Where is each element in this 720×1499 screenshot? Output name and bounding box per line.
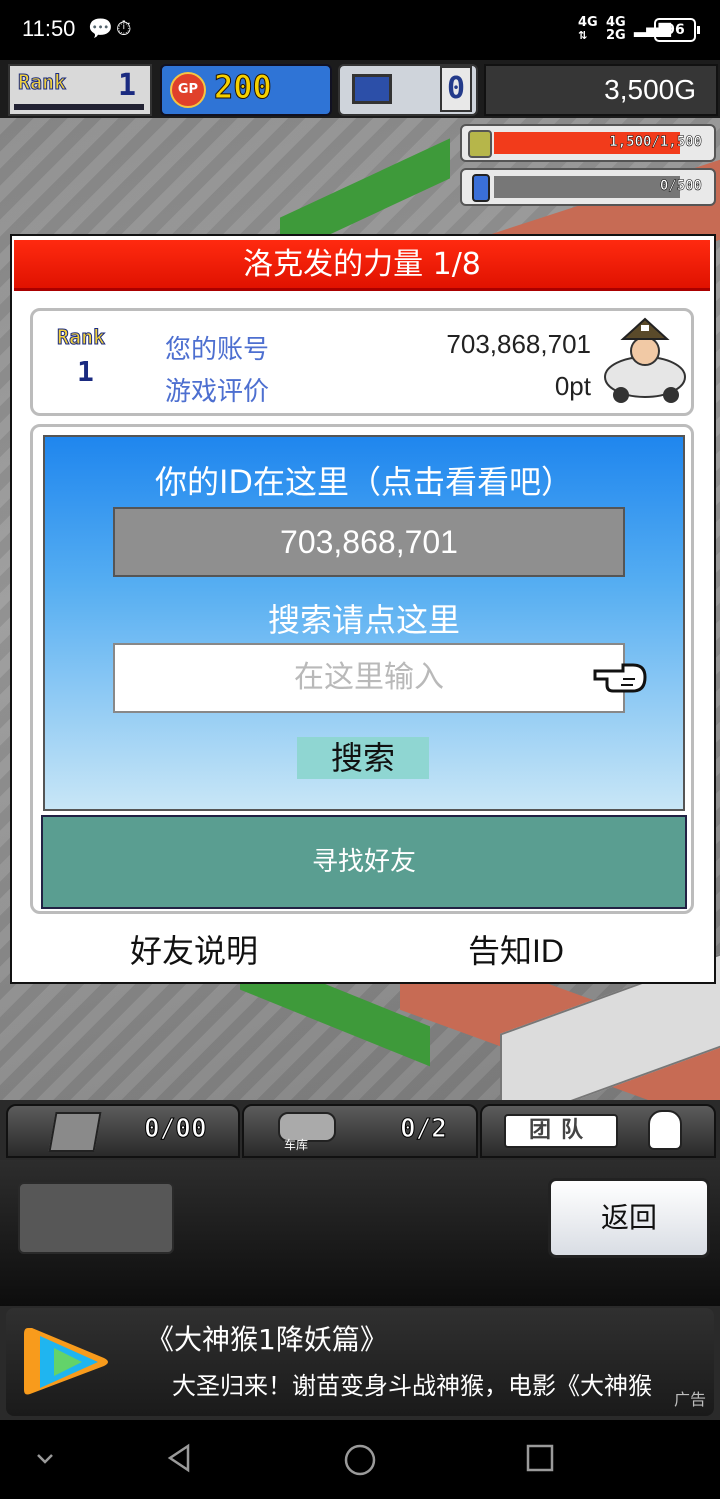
gp-display[interactable]: GP 200 [160,64,332,116]
fuel-resource-text: 0/500 [659,178,703,195]
recents-square-icon[interactable] [524,1442,556,1474]
computer-icon [352,74,392,104]
ad-container[interactable]: 《大神猴1降妖篇》 大圣归来！谢苗变身斗战神猴，电影《大神猴 广告 [6,1308,714,1416]
account-value: 703,868,701 [446,329,591,359]
staff-avatar-icon [648,1110,682,1150]
home-circle-icon[interactable] [342,1442,378,1478]
coin-resource-text: 1,500/1,500 [609,134,702,151]
player-avatar-icon [604,317,686,403]
network-indicator: 4G ⇅ [578,15,598,42]
pointing-hand-icon [593,663,647,693]
rank-progress [14,104,144,110]
garage-label: 车库 [284,1138,309,1152]
garage-count: 0/2 [400,1114,448,1145]
friends-dialog: 洛克发的力量 1/8 Rank 1 您的账号 703,868,701 游戏评价 … [10,234,716,984]
chevron-down-icon[interactable] [34,1448,56,1468]
rank-display[interactable]: Rank 1 [8,64,152,116]
rating-label: 游戏评价 [165,377,270,407]
empty-slot [18,1182,174,1254]
fuel-resource-track [494,176,680,198]
friend-id-input[interactable]: 在这里输入 [113,643,625,713]
search-button[interactable]: 搜索 [297,737,429,779]
rating-value: 0pt [554,371,591,401]
storage-count: 0/00 [144,1114,208,1145]
my-id-box[interactable]: 703,868,701 [113,507,625,577]
ad-badge: 广告 [673,1390,706,1409]
fuel-resource-bar: 0/500 [460,168,716,206]
rank-label: Rank [56,325,106,350]
money-display: 3,500G [484,64,718,116]
back-button[interactable]: 返回 [548,1178,710,1258]
friend-help-link[interactable]: 好友说明 [130,926,258,972]
back-triangle-icon[interactable] [164,1442,196,1474]
gp-coin-icon: GP [170,72,206,108]
message-icon: 💬 [88,16,113,40]
video-play-icon [24,1328,108,1395]
game-top-bar: Rank 1 GP 200 0 3,500G [0,60,720,118]
tab-storage[interactable]: 0/00 [6,1104,240,1158]
computer-count: 0 [440,66,472,112]
ad-title: 《大神猴1降妖篇》 [146,1323,388,1356]
coin-resource-bar: 1,500/1,500 [460,124,716,162]
tab-garage[interactable]: 车库 0/2 [242,1104,478,1158]
find-friends-button[interactable]: 寻找好友 [41,815,687,909]
share-id-link[interactable]: 告知ID [468,926,564,972]
status-bar: 11:50 💬 ⏱ 4G ⇅ 4G 2G ▂▄▆ 96 [0,0,720,60]
rank-value: 1 [118,68,137,103]
coin-stack-icon [468,130,492,158]
rank-value: 1 [77,355,94,388]
account-label: 您的账号 [165,335,270,365]
rank-label: Rank [17,70,67,95]
alarm-icon: ⏱ [116,16,132,40]
network-indicator-2: 4G 2G [606,15,626,43]
money-value: 3,500G [604,74,696,105]
tab-team[interactable]: 团队 [480,1104,716,1158]
game-bottom-tabs: 0/00 车库 0/2 团队 [0,1100,720,1160]
crate-icon [48,1112,102,1152]
id-search-panel: 你的ID在这里（点击看看吧） 703,868,701 搜索请点这里 在这里输入 … [43,435,685,811]
account-info-card: Rank 1 您的账号 703,868,701 游戏评价 0pt [30,308,694,416]
search-section: 你的ID在这里（点击看看吧） 703,868,701 搜索请点这里 在这里输入 … [30,424,694,914]
fuel-bottle-icon [472,174,490,202]
dialog-title: 洛克发的力量 1/8 [14,240,710,291]
clock: 11:50 [22,16,76,41]
team-label: 团队 [504,1114,618,1148]
ad-banner[interactable]: 《大神猴1降妖篇》 大圣归来！谢苗变身斗战神猴，电影《大神猴 广告 [0,1306,720,1420]
ad-description: 大圣归来！谢苗变身斗战神猴，电影《大神猴 [172,1372,652,1400]
computer-display[interactable]: 0 [338,64,478,116]
gp-value: 200 [214,68,273,107]
action-panel: 返回 [0,1160,720,1306]
search-hint: 搜索请点这里 [267,601,460,639]
battery-icon: 96 [654,18,700,42]
system-nav-bar [0,1420,720,1499]
id-title: 你的ID在这里（点击看看吧） [154,463,574,501]
